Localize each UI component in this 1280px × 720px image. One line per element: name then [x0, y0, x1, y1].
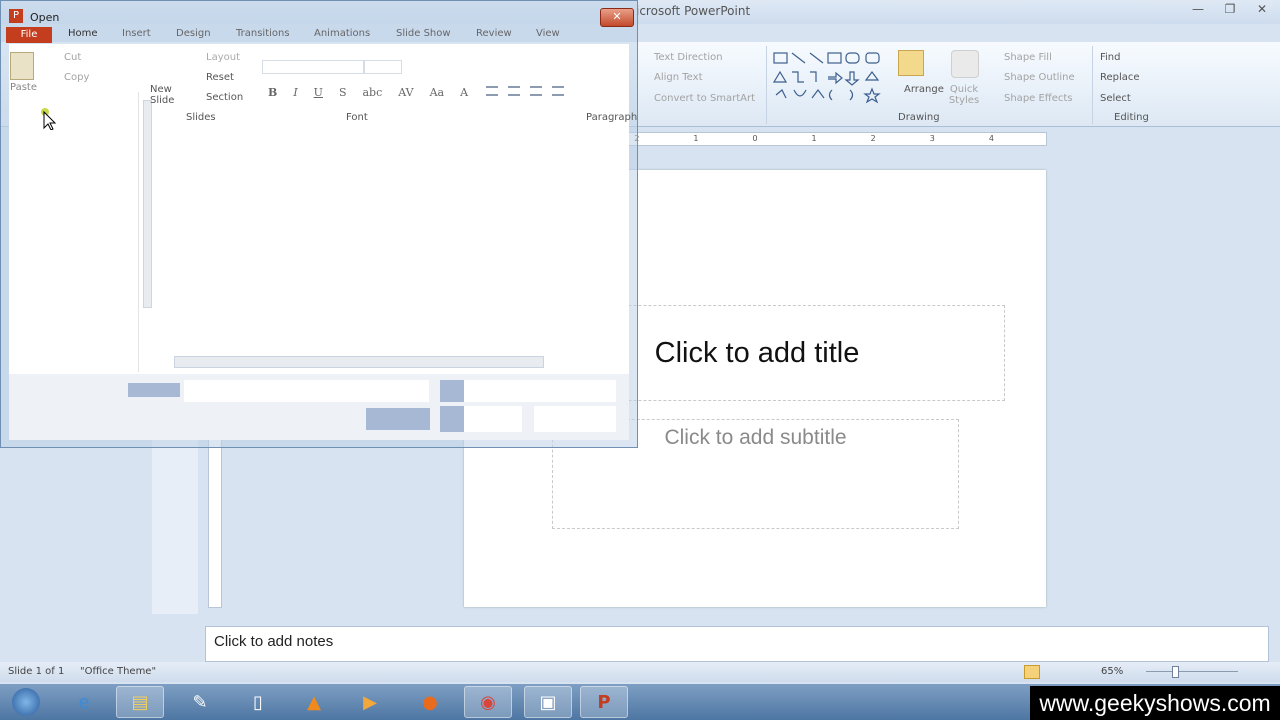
quick-styles-icon	[951, 50, 979, 78]
reader-icon[interactable]: ▯	[234, 686, 282, 718]
file-type-dropdown[interactable]	[464, 380, 616, 402]
font-group-label: Font	[346, 112, 368, 123]
zoom-slider-thumb[interactable]	[1172, 666, 1179, 678]
dialog-divider	[138, 92, 139, 372]
italic-button[interactable]: I	[293, 86, 297, 99]
ruler-label: 3	[929, 134, 935, 143]
font-size-box[interactable]	[364, 60, 402, 74]
dialog-title: Open	[30, 11, 60, 24]
file-type-dropdown-arrow[interactable]	[440, 380, 464, 402]
alignment-buttons[interactable]	[486, 86, 564, 96]
cancel-button[interactable]	[534, 406, 616, 432]
tools-button[interactable]	[366, 408, 430, 430]
restore-button[interactable]: ❐	[1218, 2, 1242, 20]
paint-icon[interactable]: ✎	[176, 686, 224, 718]
ruler-label: 0	[752, 134, 758, 143]
new-slide-button[interactable]: New Slide	[150, 84, 184, 106]
powerpoint-icon: P	[9, 9, 23, 23]
text-direction-button[interactable]: Text Direction	[654, 52, 723, 63]
arrange-button[interactable]: Arrange	[904, 84, 944, 95]
media-player-icon[interactable]: ▶	[346, 686, 394, 718]
mouse-cursor-icon	[41, 108, 57, 130]
drawing-group-label: Drawing	[898, 112, 940, 123]
ruler-label: 4	[988, 134, 994, 143]
slides-group-label: Slides	[186, 112, 216, 123]
app-icon[interactable]: ▣	[524, 686, 572, 718]
bold-button[interactable]: B	[268, 86, 277, 99]
file-explorer-icon[interactable]: ▤	[116, 686, 164, 718]
normal-view-icon[interactable]	[1024, 665, 1040, 679]
notes-placeholder: Click to add notes	[214, 633, 334, 650]
dialog-scrollbar[interactable]	[143, 100, 152, 308]
font-name-box[interactable]	[262, 60, 364, 74]
minimize-button[interactable]: —	[1186, 2, 1210, 20]
powerpoint-taskbar-icon[interactable]: P	[580, 686, 628, 718]
align-center-icon[interactable]	[508, 86, 520, 96]
cut-button[interactable]: Cut	[64, 52, 81, 63]
firefox-icon[interactable]: ●	[406, 686, 454, 718]
theme-name: "Office Theme"	[80, 666, 157, 677]
tab-animations[interactable]: Animations	[314, 28, 370, 39]
internet-explorer-icon[interactable]: e	[60, 686, 108, 718]
status-bar	[0, 662, 1280, 682]
convert-smartart-button[interactable]: Convert to SmartArt	[654, 93, 755, 104]
replace-button[interactable]: Replace	[1100, 72, 1140, 83]
ruler-label: 1	[811, 134, 817, 143]
notes-pane[interactable]: Click to add notes	[205, 626, 1269, 662]
select-button[interactable]: Select	[1100, 93, 1131, 104]
tab-review[interactable]: Review	[476, 28, 512, 39]
open-button[interactable]	[464, 406, 522, 432]
copy-button[interactable]: Copy	[64, 72, 89, 83]
slide-count: Slide 1 of 1	[8, 666, 65, 677]
align-left-icon[interactable]	[486, 86, 498, 96]
shape-fill-button[interactable]: Shape Fill	[1004, 52, 1052, 63]
tab-design[interactable]: Design	[176, 28, 211, 39]
text-shadow-button[interactable]: abc	[363, 86, 383, 99]
font-color-button[interactable]: A	[460, 86, 468, 99]
justify-icon[interactable]	[552, 86, 564, 96]
strikethrough-button[interactable]: S	[339, 86, 347, 99]
watermark: www.geekyshows.com	[1030, 686, 1280, 720]
paste-icon	[10, 52, 34, 80]
file-name-input[interactable]	[184, 380, 429, 402]
ribbon-divider	[766, 46, 767, 124]
shapes-gallery[interactable]	[772, 50, 892, 106]
zoom-level[interactable]: 65%	[1101, 666, 1123, 677]
layout-button[interactable]: Layout	[206, 52, 240, 63]
open-split-button[interactable]	[440, 406, 464, 432]
tab-view[interactable]: View	[536, 28, 560, 39]
paragraph-group-label: Paragraph	[586, 112, 638, 123]
tab-slide-show[interactable]: Slide Show	[396, 28, 451, 39]
paste-button[interactable]: Paste	[10, 82, 37, 93]
close-window-button[interactable]: ✕	[1250, 2, 1274, 20]
dialog-horizontal-scrollbar[interactable]	[174, 356, 544, 368]
underline-button[interactable]: U	[314, 86, 323, 99]
dialog-close-button[interactable]: ✕	[600, 8, 634, 27]
shape-effects-button[interactable]: Shape Effects	[1004, 93, 1072, 104]
change-case-button[interactable]: Aa	[430, 86, 445, 99]
quick-styles-button[interactable]: Quick Styles	[946, 84, 982, 106]
tab-home[interactable]: Home	[68, 28, 98, 39]
ribbon-divider	[1092, 46, 1093, 124]
shape-outline-button[interactable]: Shape Outline	[1004, 72, 1075, 83]
tab-insert[interactable]: Insert	[122, 28, 151, 39]
section-button[interactable]: Section	[206, 92, 243, 103]
editing-group-label: Editing	[1114, 112, 1149, 123]
ruler-label: 2	[870, 134, 876, 143]
tab-transitions[interactable]: Transitions	[236, 28, 290, 39]
reset-button[interactable]: Reset	[206, 72, 234, 83]
align-right-icon[interactable]	[530, 86, 542, 96]
chrome-icon[interactable]: ◉	[464, 686, 512, 718]
app-title: icrosoft PowerPoint	[636, 4, 751, 18]
find-button[interactable]: Find	[1100, 52, 1121, 63]
zoom-slider[interactable]	[1146, 671, 1238, 672]
vlc-icon[interactable]: ▲	[290, 686, 338, 718]
start-orb-icon[interactable]	[2, 686, 50, 718]
ruler-label: 1	[693, 134, 699, 143]
tab-file[interactable]: File	[6, 27, 52, 43]
file-name-label	[128, 383, 180, 397]
align-text-button[interactable]: Align Text	[654, 72, 703, 83]
character-spacing-button[interactable]: AV	[398, 86, 413, 99]
arrange-icon	[898, 50, 924, 76]
